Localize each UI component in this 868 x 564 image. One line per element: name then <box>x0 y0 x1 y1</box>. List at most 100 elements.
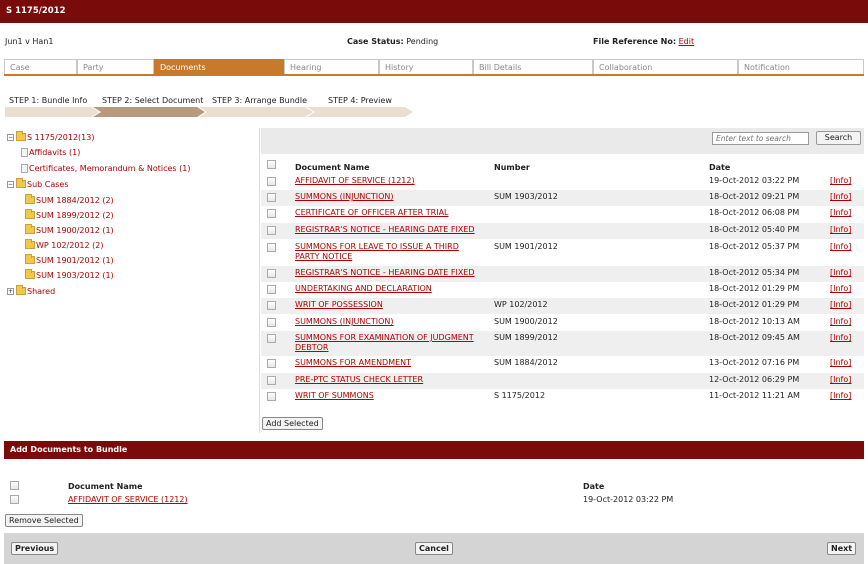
tree-item-label: SUM 1901/2012 (1) <box>36 255 114 265</box>
document-name-link[interactable]: SUMMONS FOR AMENDMENT <box>295 358 411 367</box>
tree-sub-cases[interactable]: − Sub Cases <box>7 178 69 190</box>
tree-sub-case-item[interactable]: WP 102/2012 (2) <box>25 239 103 251</box>
collapse-icon[interactable]: − <box>7 133 14 141</box>
document-date: 18-Oct-2012 01:29 PM <box>709 284 800 293</box>
tree-sub-case-item[interactable]: SUM 1899/2012 (2) <box>25 209 114 221</box>
document-name-link[interactable]: WRIT OF POSSESSION <box>295 300 383 309</box>
info-link[interactable]: [Info] <box>830 225 851 234</box>
row-checkbox[interactable] <box>267 193 276 202</box>
document-name-link-continued[interactable]: DEBTOR <box>295 343 328 352</box>
row-checkbox[interactable] <box>267 376 276 385</box>
folder-open-icon <box>16 131 26 141</box>
info-link[interactable]: [Info] <box>830 208 851 217</box>
expand-icon[interactable]: + <box>7 287 14 295</box>
document-name-link[interactable]: SUMMONS (INJUNCTION) <box>295 317 394 326</box>
document-date: 11-Oct-2012 11:21 AM <box>709 391 800 400</box>
tree-sub-case-item[interactable]: SUM 1900/2012 (1) <box>25 224 114 236</box>
row-checkbox[interactable] <box>267 177 276 186</box>
tab-documents[interactable]: Documents <box>154 59 284 74</box>
row-checkbox[interactable] <box>267 334 276 343</box>
bundle-row-checkbox[interactable] <box>10 495 19 504</box>
document-name-link[interactable]: SUMMONS (INJUNCTION) <box>295 192 394 201</box>
document-name-link-continued[interactable]: PARTY NOTICE <box>295 252 352 261</box>
row-checkbox[interactable] <box>267 359 276 368</box>
tab-history[interactable]: History <box>379 59 473 74</box>
bundle-row-document-link[interactable]: AFFIDAVIT OF SERVICE (1212) <box>68 495 188 504</box>
document-number: S 1175/2012 <box>494 391 546 400</box>
tree-item-affidavits[interactable]: Affidavits (1) <box>21 146 80 158</box>
info-link[interactable]: [Info] <box>830 333 851 342</box>
tree-item-label: Sub Cases <box>27 179 69 189</box>
case-info-bar: Jun1 v Han1 Case Status: Pending File Re… <box>0 23 868 59</box>
tab-party[interactable]: Party <box>77 59 154 74</box>
row-checkbox[interactable] <box>267 301 276 310</box>
document-name-link[interactable]: REGISTRAR'S NOTICE - HEARING DATE FIXED <box>295 225 475 234</box>
tree-root[interactable]: − S 1175/2012(13) <box>7 131 94 143</box>
next-button[interactable]: Next <box>827 542 857 555</box>
document-name-link[interactable]: REGISTRAR'S NOTICE - HEARING DATE FIXED <box>295 268 475 277</box>
info-link[interactable]: [Info] <box>830 268 851 277</box>
row-checkbox[interactable] <box>267 269 276 278</box>
search-input[interactable] <box>712 132 809 145</box>
document-name-link[interactable]: AFFIDAVIT OF SERVICE (1212) <box>295 176 415 185</box>
previous-button[interactable]: Previous <box>11 542 59 555</box>
tree-item-certificates[interactable]: Certificates, Memorandum & Notices (1) <box>21 162 190 174</box>
column-header-document-name[interactable]: Document Name <box>295 163 370 172</box>
row-checkbox[interactable] <box>267 226 276 235</box>
table-row: REGISTRAR'S NOTICE - HEARING DATE FIXED 1… <box>261 266 864 282</box>
info-link[interactable]: [Info] <box>830 284 851 293</box>
file-ref-edit-link[interactable]: Edit <box>679 37 695 46</box>
info-link[interactable]: [Info] <box>830 300 851 309</box>
document-name-link[interactable]: SUMMONS FOR EXAMINATION OF JUDGMENT <box>295 333 474 342</box>
row-checkbox[interactable] <box>267 285 276 294</box>
document-name-link[interactable]: UNDERTAKING AND DECLARATION <box>295 284 432 293</box>
tree-sub-case-item[interactable]: SUM 1884/2012 (2) <box>25 194 114 206</box>
column-header-date[interactable]: Date <box>709 163 730 172</box>
tree-item-label: WP 102/2012 (2) <box>36 240 104 250</box>
info-link[interactable]: [Info] <box>830 242 851 251</box>
file-ref-label: File Reference No: <box>593 37 677 46</box>
info-link[interactable]: [Info] <box>830 192 851 201</box>
document-name-link[interactable]: SUMMONS FOR LEAVE TO ISSUE A THIRD <box>295 242 459 251</box>
tree-item-label: SUM 1900/2012 (1) <box>36 225 114 235</box>
tab-hearing[interactable]: Hearing <box>284 59 379 74</box>
column-header-number[interactable]: Number <box>494 163 530 172</box>
document-name-link[interactable]: CERTIFICATE OF OFFICER AFTER TRIAL <box>295 208 449 217</box>
table-row: WRIT OF POSSESSION WP 102/2012 18-Oct-2012… <box>261 298 864 314</box>
document-name-link[interactable]: PRE-PTC STATUS CHECK LETTER <box>295 375 423 384</box>
remove-selected-button[interactable]: Remove Selected <box>5 514 83 527</box>
row-checkbox[interactable] <box>267 392 276 401</box>
tree-item-label: Shared <box>27 286 56 296</box>
document-date: 18-Oct-2012 06:08 PM <box>709 208 800 217</box>
file-reference: File Reference No: Edit <box>593 37 694 46</box>
select-all-checkbox[interactable] <box>267 160 276 169</box>
info-link[interactable]: [Info] <box>830 358 851 367</box>
info-link[interactable]: [Info] <box>830 176 851 185</box>
bundle-column-date: Date <box>583 482 605 491</box>
search-button[interactable]: Search <box>816 131 861 145</box>
bundle-select-all-checkbox[interactable] <box>10 481 19 490</box>
document-date: 12-Oct-2012 06:29 PM <box>709 375 800 384</box>
tab-collaboration[interactable]: Collaboration <box>593 59 738 74</box>
collapse-icon[interactable]: − <box>7 180 14 188</box>
row-checkbox[interactable] <box>267 209 276 218</box>
tab-notification[interactable]: Notification <box>738 59 864 74</box>
document-number: SUM 1903/2012 <box>494 192 558 201</box>
info-link[interactable]: [Info] <box>830 375 851 384</box>
document-icon <box>21 163 28 173</box>
tree-sub-case-item[interactable]: SUM 1901/2012 (1) <box>25 254 114 266</box>
row-checkbox[interactable] <box>267 318 276 327</box>
tab-case[interactable]: Case <box>4 59 77 74</box>
tree-sub-case-item[interactable]: SUM 1903/2012 (1) <box>25 269 114 281</box>
case-status: Case Status: Pending <box>347 37 438 46</box>
info-link[interactable]: [Info] <box>830 317 851 326</box>
document-name-link[interactable]: WRIT OF SUMMONS <box>295 391 374 400</box>
tree-shared[interactable]: + Shared <box>7 285 55 297</box>
tab-bill-details[interactable]: Bill Details <box>473 59 593 74</box>
folder-icon <box>16 285 26 295</box>
info-link[interactable]: [Info] <box>830 391 851 400</box>
step-1-label: STEP 1: Bundle Info <box>9 96 88 105</box>
row-checkbox[interactable] <box>267 243 276 252</box>
add-selected-button[interactable]: Add Selected <box>262 417 323 430</box>
cancel-button[interactable]: Cancel <box>415 542 453 555</box>
